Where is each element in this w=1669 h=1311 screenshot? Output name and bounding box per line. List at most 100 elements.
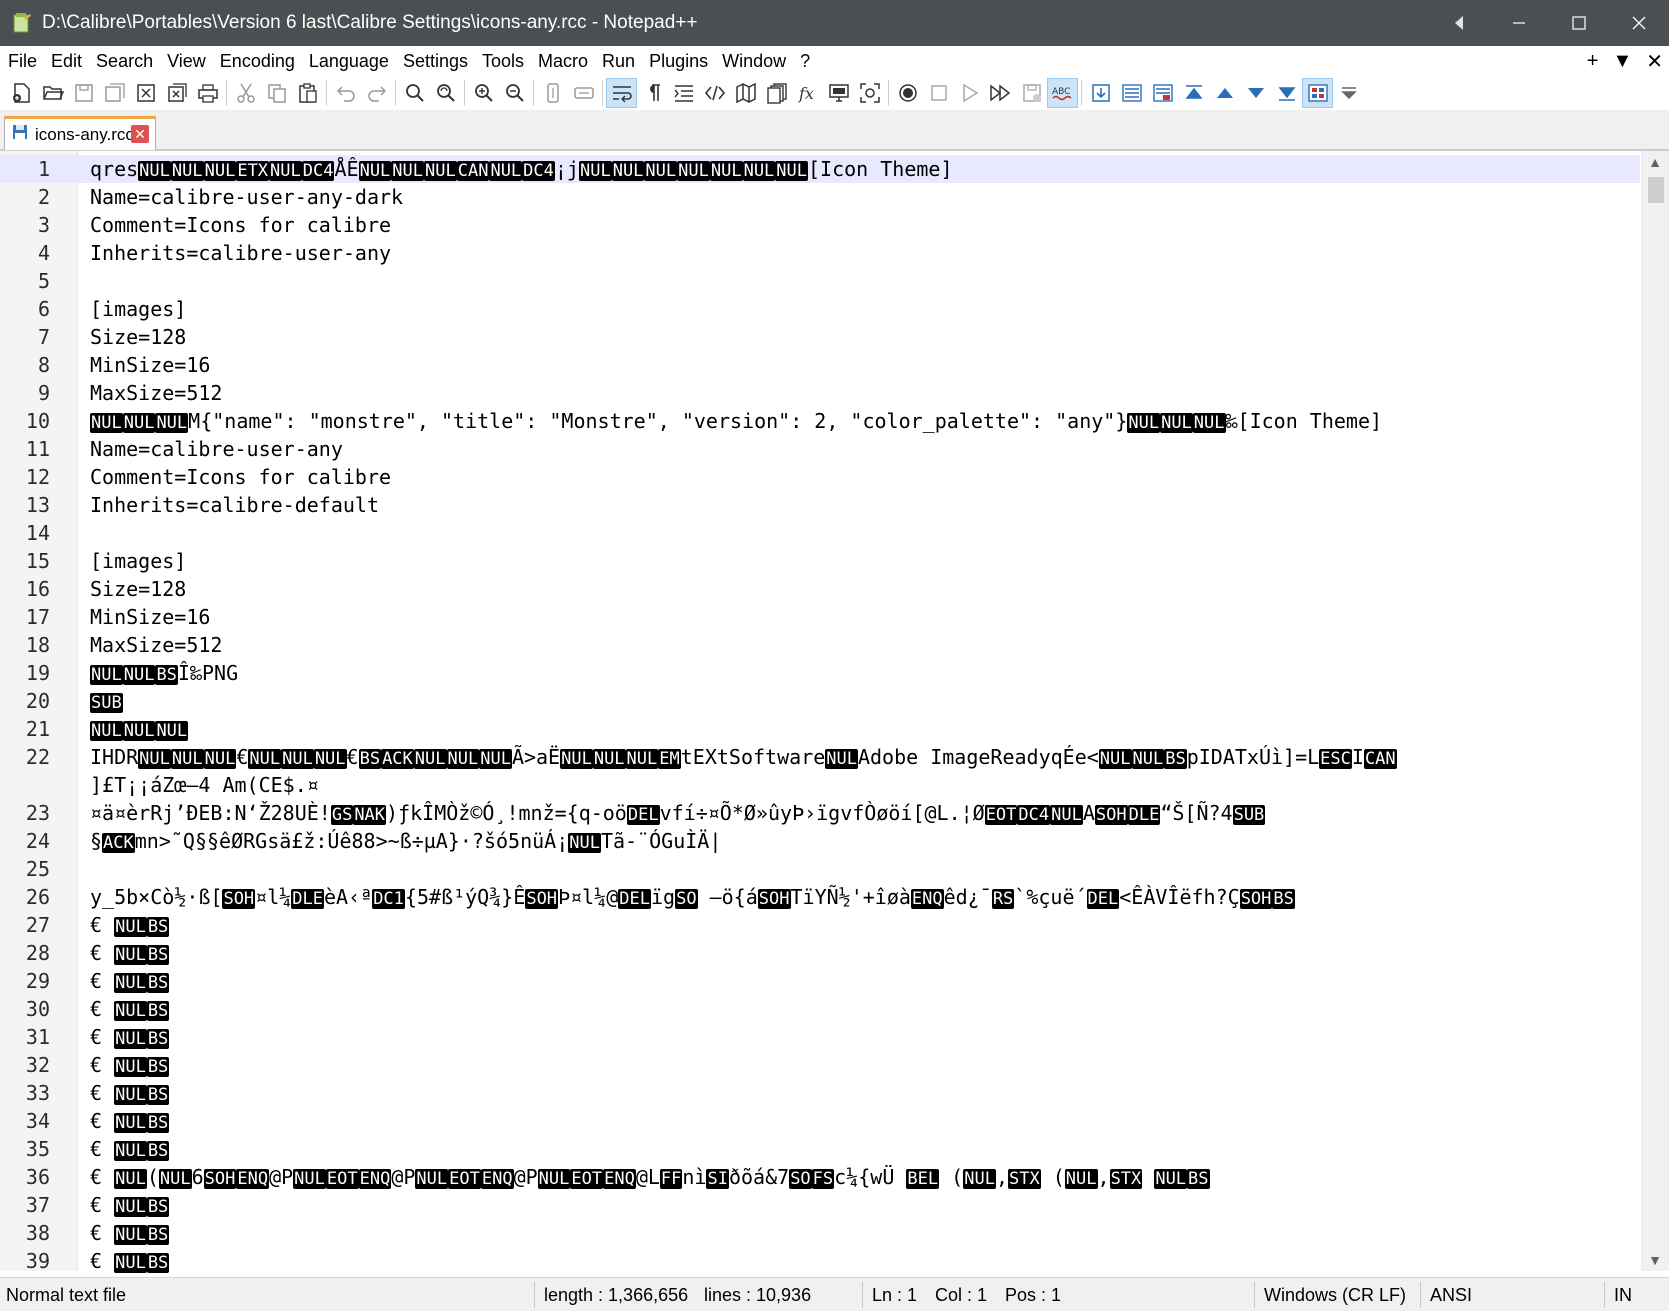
close-tab-icon[interactable]: ✕ (131, 125, 149, 143)
cut-icon[interactable] (230, 78, 261, 108)
editor-line[interactable]: 22 IHDRNUL NUL NUL€NUL NUL NUL€BS ACK NUL NUL NUL… (0, 743, 1640, 771)
status-encoding[interactable]: ANSI (1424, 1278, 1472, 1311)
compare-icon[interactable] (1116, 78, 1147, 108)
editor-line[interactable]: 27 € NUL BS (0, 911, 1640, 939)
scrollbar-thumb[interactable] (1648, 177, 1664, 203)
menu-file[interactable]: File (2, 51, 43, 72)
zoom-in-icon[interactable] (468, 78, 499, 108)
editor-line[interactable]: 12 Comment=Icons for calibre (0, 463, 1640, 491)
editor-line[interactable]: 15 [images] (0, 547, 1640, 575)
word-wrap-icon[interactable] (606, 78, 637, 108)
editor-line[interactable]: 28 € NUL BS (0, 939, 1640, 967)
close-icon[interactable] (130, 78, 161, 108)
editor-line[interactable]: 39 € NUL BS (0, 1247, 1640, 1275)
indent-guide-icon[interactable] (668, 78, 699, 108)
status-insert-mode[interactable]: IN (1608, 1278, 1632, 1311)
editor-line[interactable]: 34 € NUL BS (0, 1107, 1640, 1135)
editor-line[interactable]: 11 Name=calibre-user-any (0, 435, 1640, 463)
tab-list-dropdown-button[interactable]: ▼ (1612, 50, 1632, 73)
restore-previous-icon[interactable] (1429, 0, 1489, 46)
save-all-icon[interactable] (99, 78, 130, 108)
editor-line[interactable]: 19 NUL NUL BSÎ‰PNG (0, 659, 1640, 687)
editor-line[interactable]: 18 MaxSize=512 (0, 631, 1640, 659)
menu-plugins[interactable]: Plugins (643, 51, 714, 72)
editor-line[interactable]: 20 SUB (0, 687, 1640, 715)
editor-line[interactable]: 4 Inherits=calibre-user-any (0, 239, 1640, 267)
editor-line[interactable]: 21 NUL NUL NUL (0, 715, 1640, 743)
add-tab-button[interactable]: + (1587, 50, 1599, 73)
menu-help[interactable]: ? (794, 51, 816, 72)
minimize-button[interactable] (1489, 0, 1549, 46)
menu-window[interactable]: Window (716, 51, 792, 72)
editor-line[interactable]: 35 € NUL BS (0, 1135, 1640, 1163)
menu-tools[interactable]: Tools (476, 51, 530, 72)
run-macro-multiple-icon[interactable] (985, 78, 1016, 108)
editor-line[interactable]: 10 NUL NUL NULM{"name": "monstre", "title":… (0, 407, 1640, 435)
compare-navigation-bar-icon[interactable] (1302, 78, 1333, 108)
status-eol[interactable]: Windows (CR LF) (1258, 1278, 1406, 1311)
editor-line[interactable]: 8 MinSize=16 (0, 351, 1640, 379)
editor-line[interactable]: 38 € NUL BS (0, 1219, 1640, 1247)
scroll-down-icon[interactable]: ▼ (1641, 1249, 1669, 1271)
play-macro-icon[interactable] (954, 78, 985, 108)
stop-macro-icon[interactable] (923, 78, 954, 108)
next-diff-icon[interactable] (1240, 78, 1271, 108)
close-document-button[interactable]: ✕ (1646, 49, 1663, 74)
menu-edit[interactable]: Edit (45, 51, 88, 72)
editor-line[interactable]: 26 y_5b×Cò½·ß[SOH¤l¼DLEèA‹ªDC1{5#ß¹ýQ¾}ÊS… (0, 883, 1640, 911)
previous-diff-icon[interactable] (1209, 78, 1240, 108)
new-file-icon[interactable] (6, 78, 37, 108)
editor-line[interactable]: 2 Name=calibre-user-any-dark (0, 183, 1640, 211)
monitoring-icon[interactable] (823, 78, 854, 108)
scroll-up-icon[interactable]: ▲ (1641, 151, 1669, 173)
save-macro-icon[interactable] (1016, 78, 1047, 108)
editor-line[interactable]: 14 (0, 519, 1640, 547)
editor-line[interactable]: 3 Comment=Icons for calibre (0, 211, 1640, 239)
editor-line[interactable]: 36 € NUL(NUL6SOH ENQ@PNUL EOT ENQ@PNUL EOT ENQ… (0, 1163, 1640, 1191)
zoom-out-icon[interactable] (499, 78, 530, 108)
menu-view[interactable]: View (161, 51, 212, 72)
focus-mode-icon[interactable] (854, 78, 885, 108)
editor-line[interactable]: 6 [images] (0, 295, 1640, 323)
editor-line[interactable]: 7 Size=128 (0, 323, 1640, 351)
close-all-icon[interactable] (161, 78, 192, 108)
editor-line[interactable]: 13 Inherits=calibre-default (0, 491, 1640, 519)
editor-line[interactable]: 33 € NUL BS (0, 1079, 1640, 1107)
tab-icons-any[interactable]: icons-any.rcc ✕ (4, 116, 156, 150)
undo-icon[interactable] (330, 78, 361, 108)
save-icon[interactable] (68, 78, 99, 108)
spell-check-icon[interactable]: ABC (1047, 78, 1078, 108)
plugin-download-icon[interactable] (1085, 78, 1116, 108)
editor-pane[interactable]: 1 qresNUL NUL NUL ETX NUL DC4ÅÊNUL NUL NUL CAN NUL… (0, 150, 1669, 1273)
editor-line[interactable]: 32 € NUL BS (0, 1051, 1640, 1079)
menu-macro[interactable]: Macro (532, 51, 594, 72)
function-list-icon[interactable]: fx (792, 78, 823, 108)
editor-line[interactable]: 31 € NUL BS (0, 1023, 1640, 1051)
copy-icon[interactable] (261, 78, 292, 108)
document-map-icon[interactable] (730, 78, 761, 108)
editor-line[interactable]: 24 §ACKmn>˜Q§§êØRGsä£ž:Úê88>~ß÷µA}·?šó5nü… (0, 827, 1640, 855)
menu-language[interactable]: Language (303, 51, 395, 72)
editor-line[interactable]: 25 (0, 855, 1640, 883)
editor-line[interactable]: 1 qresNUL NUL NUL ETX NUL DC4ÅÊNUL NUL NUL CAN NUL… (0, 155, 1640, 183)
editor-line[interactable]: 5 (0, 267, 1640, 295)
replace-icon[interactable] (430, 78, 461, 108)
print-icon[interactable] (192, 78, 223, 108)
vertical-scrollbar[interactable]: ▲ ▼ (1641, 151, 1669, 1271)
find-icon[interactable] (399, 78, 430, 108)
menu-settings[interactable]: Settings (397, 51, 474, 72)
show-all-characters-icon[interactable] (637, 78, 668, 108)
editor-line[interactable]: 9 MaxSize=512 (0, 379, 1640, 407)
record-macro-icon[interactable] (892, 78, 923, 108)
last-diff-icon[interactable] (1271, 78, 1302, 108)
editor-line[interactable]: 16 Size=128 (0, 575, 1640, 603)
editor-line[interactable]: 37 € NUL BS (0, 1191, 1640, 1219)
compare-clear-icon[interactable] (1147, 78, 1178, 108)
editor-line[interactable]: 30 € NUL BS (0, 995, 1640, 1023)
paste-icon[interactable] (292, 78, 323, 108)
toolbar-overflow-icon[interactable] (1333, 78, 1364, 108)
document-list-icon[interactable] (761, 78, 792, 108)
xml-tag-icon[interactable] (699, 78, 730, 108)
open-file-icon[interactable] (37, 78, 68, 108)
menu-run[interactable]: Run (596, 51, 641, 72)
